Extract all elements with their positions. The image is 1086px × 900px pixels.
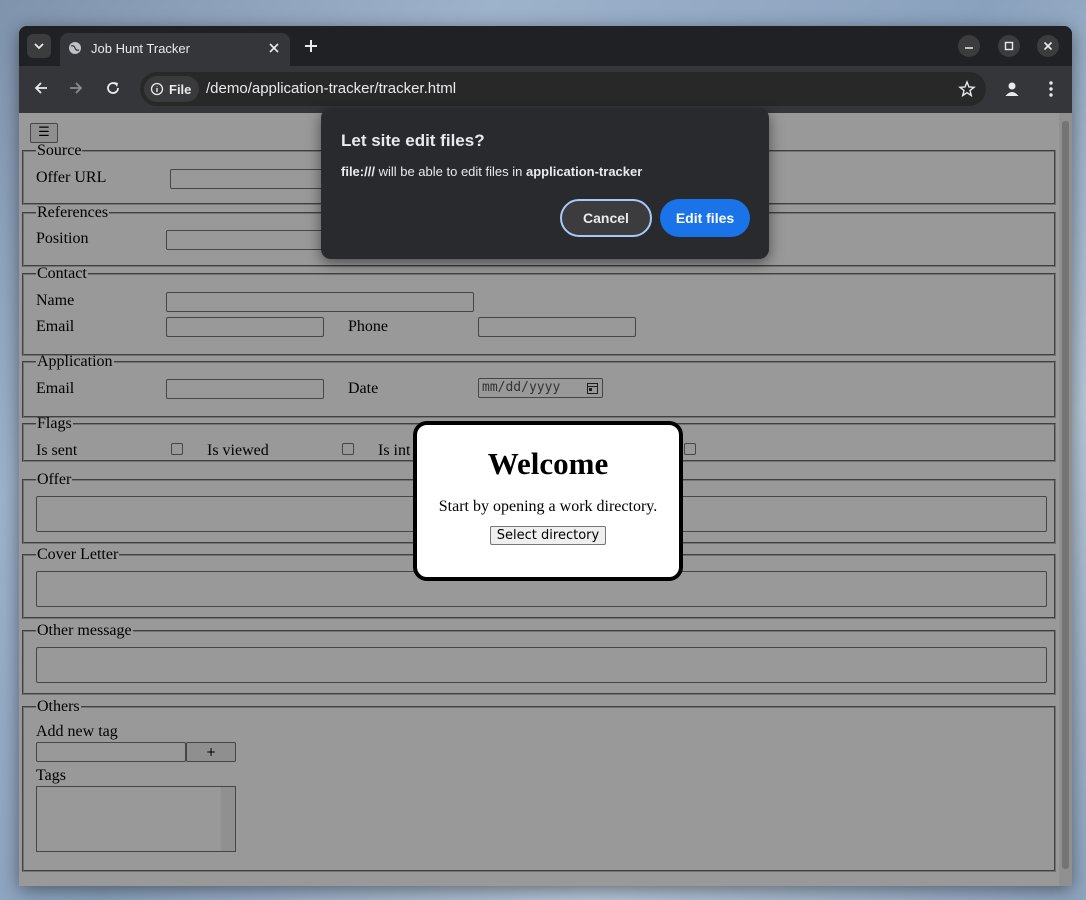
browser-window: Job Hunt Tracker File /demo/application-… — [19, 26, 1072, 886]
close-window-button[interactable] — [1037, 35, 1059, 57]
prompt-message: file:/// will be able to edit files in a… — [341, 164, 642, 179]
close-tab-icon[interactable] — [267, 41, 281, 55]
arrow-left-icon — [34, 82, 47, 94]
arrow-right-icon — [70, 82, 83, 94]
cancel-button[interactable]: Cancel — [560, 199, 652, 237]
site-info-chip[interactable]: File — [144, 76, 200, 102]
prompt-folder-name: application-tracker — [525, 164, 643, 179]
prompt-message-text: will be able to edit files in — [374, 164, 526, 179]
address-chip-label: File — [169, 81, 192, 97]
more-menu-icon[interactable] — [1041, 79, 1061, 99]
welcome-message: Start by opening a work directory. — [438, 498, 658, 515]
select-directory-button[interactable]: Select directory — [489, 526, 607, 545]
prompt-origin: file:/// — [341, 164, 375, 179]
back-button[interactable] — [31, 78, 51, 98]
tab-title: Job Hunt Tracker — [91, 41, 190, 56]
prompt-title: Let site edit files? — [341, 131, 485, 150]
maximize-icon — [1004, 41, 1014, 51]
info-icon — [150, 82, 164, 96]
welcome-dialog: Welcome Start by opening a work director… — [413, 421, 683, 581]
tab-strip: Job Hunt Tracker — [19, 26, 1072, 66]
reload-icon — [107, 82, 119, 94]
maximize-button[interactable] — [998, 35, 1020, 57]
browser-toolbar: File /demo/application-tracker/tracker.h… — [19, 66, 1072, 113]
forward-button[interactable] — [66, 78, 86, 98]
address-bar[interactable]: File /demo/application-tracker/tracker.h… — [140, 72, 986, 106]
chevron-down-icon — [34, 43, 44, 50]
bookmark-star-icon[interactable] — [958, 80, 976, 98]
tab-search-button[interactable] — [27, 34, 51, 58]
close-icon — [1043, 41, 1053, 51]
edit-files-button[interactable]: Edit files — [660, 199, 750, 237]
minimize-icon — [965, 47, 973, 49]
new-tab-icon[interactable] — [301, 36, 321, 56]
profile-icon[interactable] — [1002, 79, 1022, 99]
file-permission-prompt: Let site edit files? file:/// will be ab… — [321, 108, 769, 259]
url-text[interactable]: /demo/application-tracker/tracker.html — [206, 80, 456, 97]
welcome-title: Welcome — [487, 446, 609, 481]
minimize-button[interactable] — [958, 35, 980, 57]
tab-job-hunt-tracker[interactable]: Job Hunt Tracker — [60, 33, 290, 66]
globe-icon — [69, 42, 81, 54]
reload-button[interactable] — [103, 78, 123, 98]
